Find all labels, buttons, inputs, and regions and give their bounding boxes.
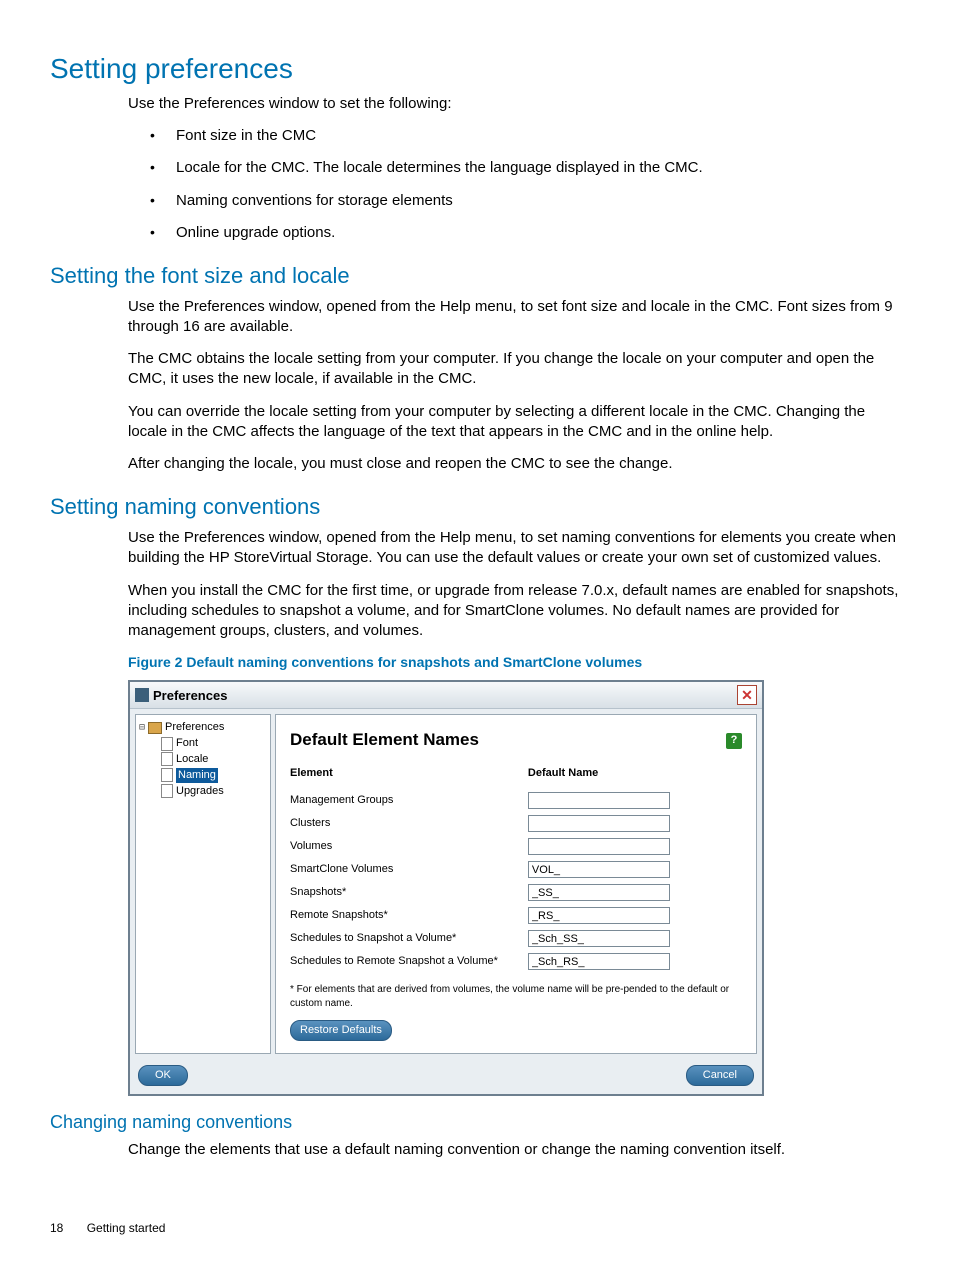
table-row: Clusters	[290, 812, 700, 835]
dialog-titlebar: Preferences ✕	[130, 682, 762, 709]
tree-item-label: Font	[176, 736, 198, 751]
table-row: Snapshots*	[290, 881, 700, 904]
row-label: Schedules to Snapshot a Volume*	[290, 927, 528, 950]
table-row: Remote Snapshots*	[290, 904, 700, 927]
folder-icon	[148, 722, 162, 734]
row-label: Snapshots*	[290, 881, 528, 904]
dialog-title: Preferences	[153, 687, 227, 705]
default-name-input[interactable]	[528, 861, 670, 878]
default-name-input[interactable]	[528, 884, 670, 901]
paragraph: You can override the locale setting from…	[128, 402, 904, 443]
tree-item-font[interactable]: Font	[161, 736, 267, 751]
document-icon	[161, 752, 173, 766]
tree-item-locale[interactable]: Locale	[161, 752, 267, 767]
footnote-text: * For elements that are derived from vol…	[290, 983, 742, 1010]
figure-caption: Figure 2 Default naming conventions for …	[128, 653, 904, 672]
paragraph: The CMC obtains the locale setting from …	[128, 349, 904, 390]
row-label: Volumes	[290, 835, 528, 858]
row-label: Schedules to Remote Snapshot a Volume*	[290, 950, 528, 973]
ok-button[interactable]: OK	[138, 1065, 188, 1086]
default-name-input[interactable]	[528, 815, 670, 832]
default-name-input[interactable]	[528, 953, 670, 970]
collapse-icon[interactable]: ⊟	[139, 721, 145, 735]
row-label: Clusters	[290, 812, 528, 835]
default-name-input[interactable]	[528, 907, 670, 924]
tree-item-naming[interactable]: Naming	[161, 768, 267, 783]
heading-changing-naming: Changing naming conventions	[50, 1110, 904, 1134]
help-icon[interactable]: ?	[726, 733, 742, 749]
document-icon	[161, 784, 173, 798]
row-label: SmartClone Volumes	[290, 858, 528, 881]
row-label: Management Groups	[290, 789, 528, 812]
heading-naming-conventions: Setting naming conventions	[50, 492, 904, 522]
close-icon[interactable]: ✕	[737, 685, 757, 705]
main-panel: Default Element Names ? Element Default …	[275, 714, 757, 1054]
paragraph: Use the Preferences window, opened from …	[128, 528, 904, 569]
default-names-table: Element Default Name Management Groups C…	[290, 764, 700, 973]
intro-paragraph: Use the Preferences window to set the fo…	[128, 94, 904, 114]
row-label: Remote Snapshots*	[290, 904, 528, 927]
cancel-button[interactable]: Cancel	[686, 1065, 754, 1086]
table-row: Schedules to Snapshot a Volume*	[290, 927, 700, 950]
running-title: Getting started	[87, 1221, 166, 1235]
paragraph: Change the elements that use a default n…	[128, 1140, 904, 1160]
tree-item-label: Upgrades	[176, 784, 224, 799]
table-row: SmartClone Volumes	[290, 858, 700, 881]
default-name-input[interactable]	[528, 838, 670, 855]
table-row: Management Groups	[290, 789, 700, 812]
tree-root[interactable]: ⊟ Preferences	[139, 720, 267, 735]
page-number: 18	[50, 1221, 63, 1235]
paragraph: Use the Preferences window, opened from …	[128, 297, 904, 338]
paragraph: When you install the CMC for the first t…	[128, 581, 904, 642]
list-item: Online upgrade options.	[128, 223, 904, 243]
heading-setting-preferences: Setting preferences	[50, 50, 904, 88]
table-row: Volumes	[290, 835, 700, 858]
tree-root-label: Preferences	[165, 720, 224, 735]
column-header-element: Element	[290, 764, 528, 789]
tree-item-upgrades[interactable]: Upgrades	[161, 784, 267, 799]
panel-title: Default Element Names	[290, 729, 479, 752]
paragraph: After changing the locale, you must clos…	[128, 454, 904, 474]
preferences-dialog: Preferences ✕ ⊟ Preferences Font Locale	[128, 680, 764, 1095]
list-item: Font size in the CMC	[128, 126, 904, 146]
tree-item-label: Locale	[176, 752, 208, 767]
restore-defaults-button[interactable]: Restore Defaults	[290, 1020, 392, 1041]
column-header-default: Default Name	[528, 764, 700, 789]
document-icon	[161, 737, 173, 751]
page-footer: 18 Getting started	[50, 1220, 904, 1236]
preferences-icon	[135, 688, 149, 702]
heading-font-size-locale: Setting the font size and locale	[50, 261, 904, 291]
default-name-input[interactable]	[528, 930, 670, 947]
table-row: Schedules to Remote Snapshot a Volume*	[290, 950, 700, 973]
nav-tree: ⊟ Preferences Font Locale Naming	[135, 714, 271, 1054]
list-item: Locale for the CMC. The locale determine…	[128, 158, 904, 178]
tree-item-label: Naming	[176, 768, 218, 783]
default-name-input[interactable]	[528, 792, 670, 809]
preferences-bullet-list: Font size in the CMC Locale for the CMC.…	[128, 126, 904, 243]
list-item: Naming conventions for storage elements	[128, 191, 904, 211]
document-icon	[161, 768, 173, 782]
